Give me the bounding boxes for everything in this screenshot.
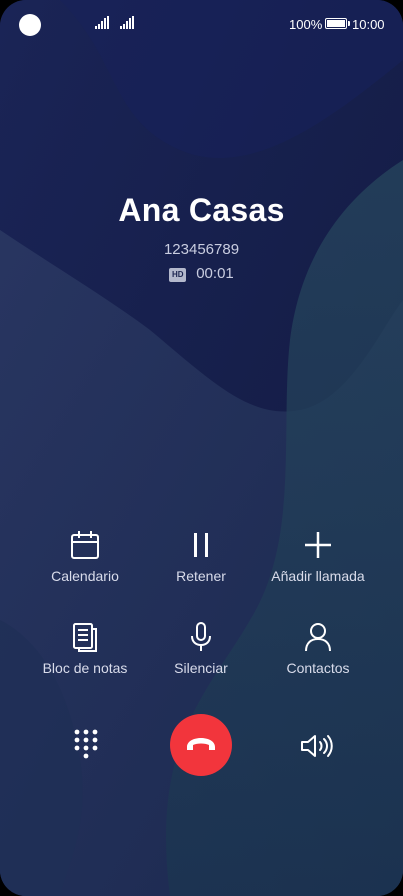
end-call-icon: [187, 738, 215, 750]
add-call-button[interactable]: Añadir llamada: [251, 529, 385, 584]
status-bar: 100% 10:00: [0, 0, 403, 48]
battery-percent: 100%: [289, 17, 323, 32]
caller-name: Ana Casas: [118, 192, 285, 228]
add-call-label: Añadir llamada: [271, 568, 365, 584]
pause-icon: [194, 533, 208, 557]
notepad-label: Bloc de notas: [42, 660, 128, 676]
calendar-label: Calendario: [51, 568, 119, 584]
hd-badge: HD: [169, 268, 187, 282]
signal-icon-2: [120, 16, 134, 29]
mute-label: Silenciar: [174, 660, 228, 676]
contacts-button[interactable]: Contactos: [251, 621, 385, 676]
microphone-icon: [191, 622, 211, 651]
notepad-button[interactable]: Bloc de notas: [18, 621, 152, 676]
plus-icon: [305, 532, 331, 558]
person-icon: [305, 623, 331, 652]
mute-button[interactable]: Silenciar: [134, 621, 268, 676]
notes-icon: [73, 623, 97, 652]
call-duration-row: HD 00:01: [0, 265, 403, 282]
status-time: 10:00: [352, 17, 385, 32]
dialpad-icon[interactable]: [72, 728, 100, 762]
calendar-icon: [71, 531, 99, 559]
call-screen: 100% 10:00 Ana Casas 123456789 HD 00:01 C…: [0, 0, 403, 896]
battery-icon: [325, 18, 350, 29]
end-call-button[interactable]: [170, 714, 232, 776]
camera-cutout: [19, 14, 41, 36]
hold-button[interactable]: Retener: [134, 529, 268, 584]
caller-number: 123456789: [163, 241, 240, 258]
calendar-button[interactable]: Calendario: [18, 529, 152, 584]
speaker-icon[interactable]: [300, 733, 334, 759]
hold-label: Retener: [176, 568, 226, 584]
call-duration: 00:01: [196, 265, 234, 282]
contacts-label: Contactos: [286, 660, 350, 676]
signal-icon: [95, 16, 109, 29]
